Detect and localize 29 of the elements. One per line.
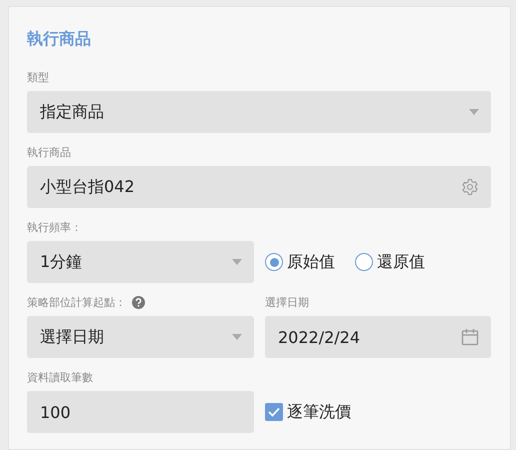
field-value: 小型台指042 [40, 176, 135, 198]
field-label: 執行頻率： [27, 220, 83, 235]
calendar-icon[interactable] [461, 328, 479, 346]
select-field[interactable]: 1分鐘 [27, 241, 254, 283]
field-label: 資料讀取筆數 [27, 370, 94, 385]
caret-icon [469, 109, 479, 115]
input-field[interactable]: 100 [27, 391, 254, 433]
select-value: 1分鐘 [40, 252, 82, 272]
radio-option[interactable]: 還原值 [355, 252, 425, 272]
section-title: 執行商品 [27, 29, 92, 50]
select-field[interactable]: 指定商品 [27, 91, 491, 133]
field-label: 策略部位計算起點： [27, 295, 126, 310]
field-label: 執行商品 [27, 145, 72, 160]
check-icon [268, 407, 280, 417]
field-label: 選擇日期 [265, 295, 310, 310]
select-value: 選擇日期 [40, 326, 104, 348]
help-icon[interactable] [132, 296, 145, 309]
date-field[interactable]: 2022/2/24 [265, 316, 491, 358]
caret-icon [232, 334, 242, 340]
gear-icon[interactable] [461, 178, 479, 196]
field-value: 100 [40, 402, 71, 422]
input-field[interactable]: 小型台指042 [27, 166, 491, 208]
field-label: 類型 [27, 70, 50, 85]
caret-icon [232, 259, 242, 265]
checkbox[interactable]: 逐筆洗價 [265, 402, 351, 422]
select-value: 指定商品 [40, 102, 104, 122]
select-field[interactable]: 選擇日期 [27, 316, 254, 358]
radio-option[interactable]: 原始值 [265, 252, 335, 272]
field-value: 2022/2/24 [278, 328, 360, 346]
